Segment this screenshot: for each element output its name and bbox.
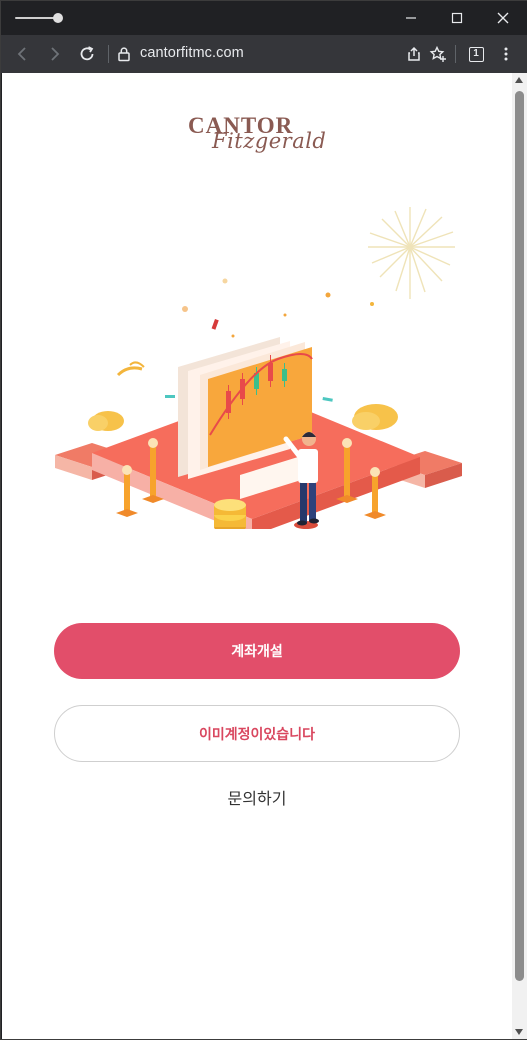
tab-count: 1 [473,48,479,59]
share-icon [408,46,420,61]
browser-toolbar: cantorfitmc.com 1 [1,35,527,73]
chart-panel [178,337,313,499]
scrollbar-thumb[interactable] [515,91,524,981]
share-button[interactable] [402,42,426,66]
back-button[interactable] [11,42,35,66]
firework-icon [368,207,455,299]
page-viewport: CANTOR Fitzgerald 계좌개설 이미계정이있습니다 문의하기 [2,73,512,1039]
close-button[interactable] [480,1,526,35]
kebab-menu-icon [504,47,508,61]
tab-counter-icon: 1 [468,46,484,62]
close-icon [497,12,509,24]
forward-button[interactable] [42,42,66,66]
cantor-fitzgerald-logo: CANTOR Fitzgerald [182,111,332,159]
minimize-icon [406,17,416,19]
open-account-button[interactable]: 계좌개설 [54,623,460,679]
toolbar-separator [108,45,109,63]
menu-button[interactable] [494,42,518,66]
bookmark-button[interactable] [426,42,450,66]
maximize-button[interactable] [434,1,480,35]
arrow-left-icon [17,47,26,61]
scroll-down-arrow-icon[interactable] [515,1029,523,1035]
title-bar [1,1,527,35]
browser-window: cantorfitmc.com 1 CANTOR Fitzgerald 계좌개설… [0,0,527,1040]
tab-counter-button[interactable]: 1 [464,42,488,66]
lock-icon [118,47,130,62]
star-plus-icon [429,45,446,62]
scroll-up-arrow-icon[interactable] [515,77,523,83]
toolbar-separator [455,45,456,63]
minimize-button[interactable] [388,1,434,35]
coin-stack-icon [214,499,246,529]
site-info-button[interactable] [112,42,136,66]
logo-wordmark-script: Fitzgerald [212,129,327,153]
vertical-scrollbar[interactable] [512,73,527,1039]
arrow-right-icon [51,47,60,61]
reload-button[interactable] [75,42,99,66]
maximize-icon [451,12,463,24]
tab-strip-slider[interactable] [15,12,63,24]
trading-hero-illustration [55,207,462,529]
existing-account-button[interactable]: 이미계정이있습니다 [54,705,460,762]
address-bar[interactable]: cantorfitmc.com [140,45,244,61]
inquiry-link[interactable]: 문의하기 [207,785,307,809]
reload-icon [80,46,94,61]
